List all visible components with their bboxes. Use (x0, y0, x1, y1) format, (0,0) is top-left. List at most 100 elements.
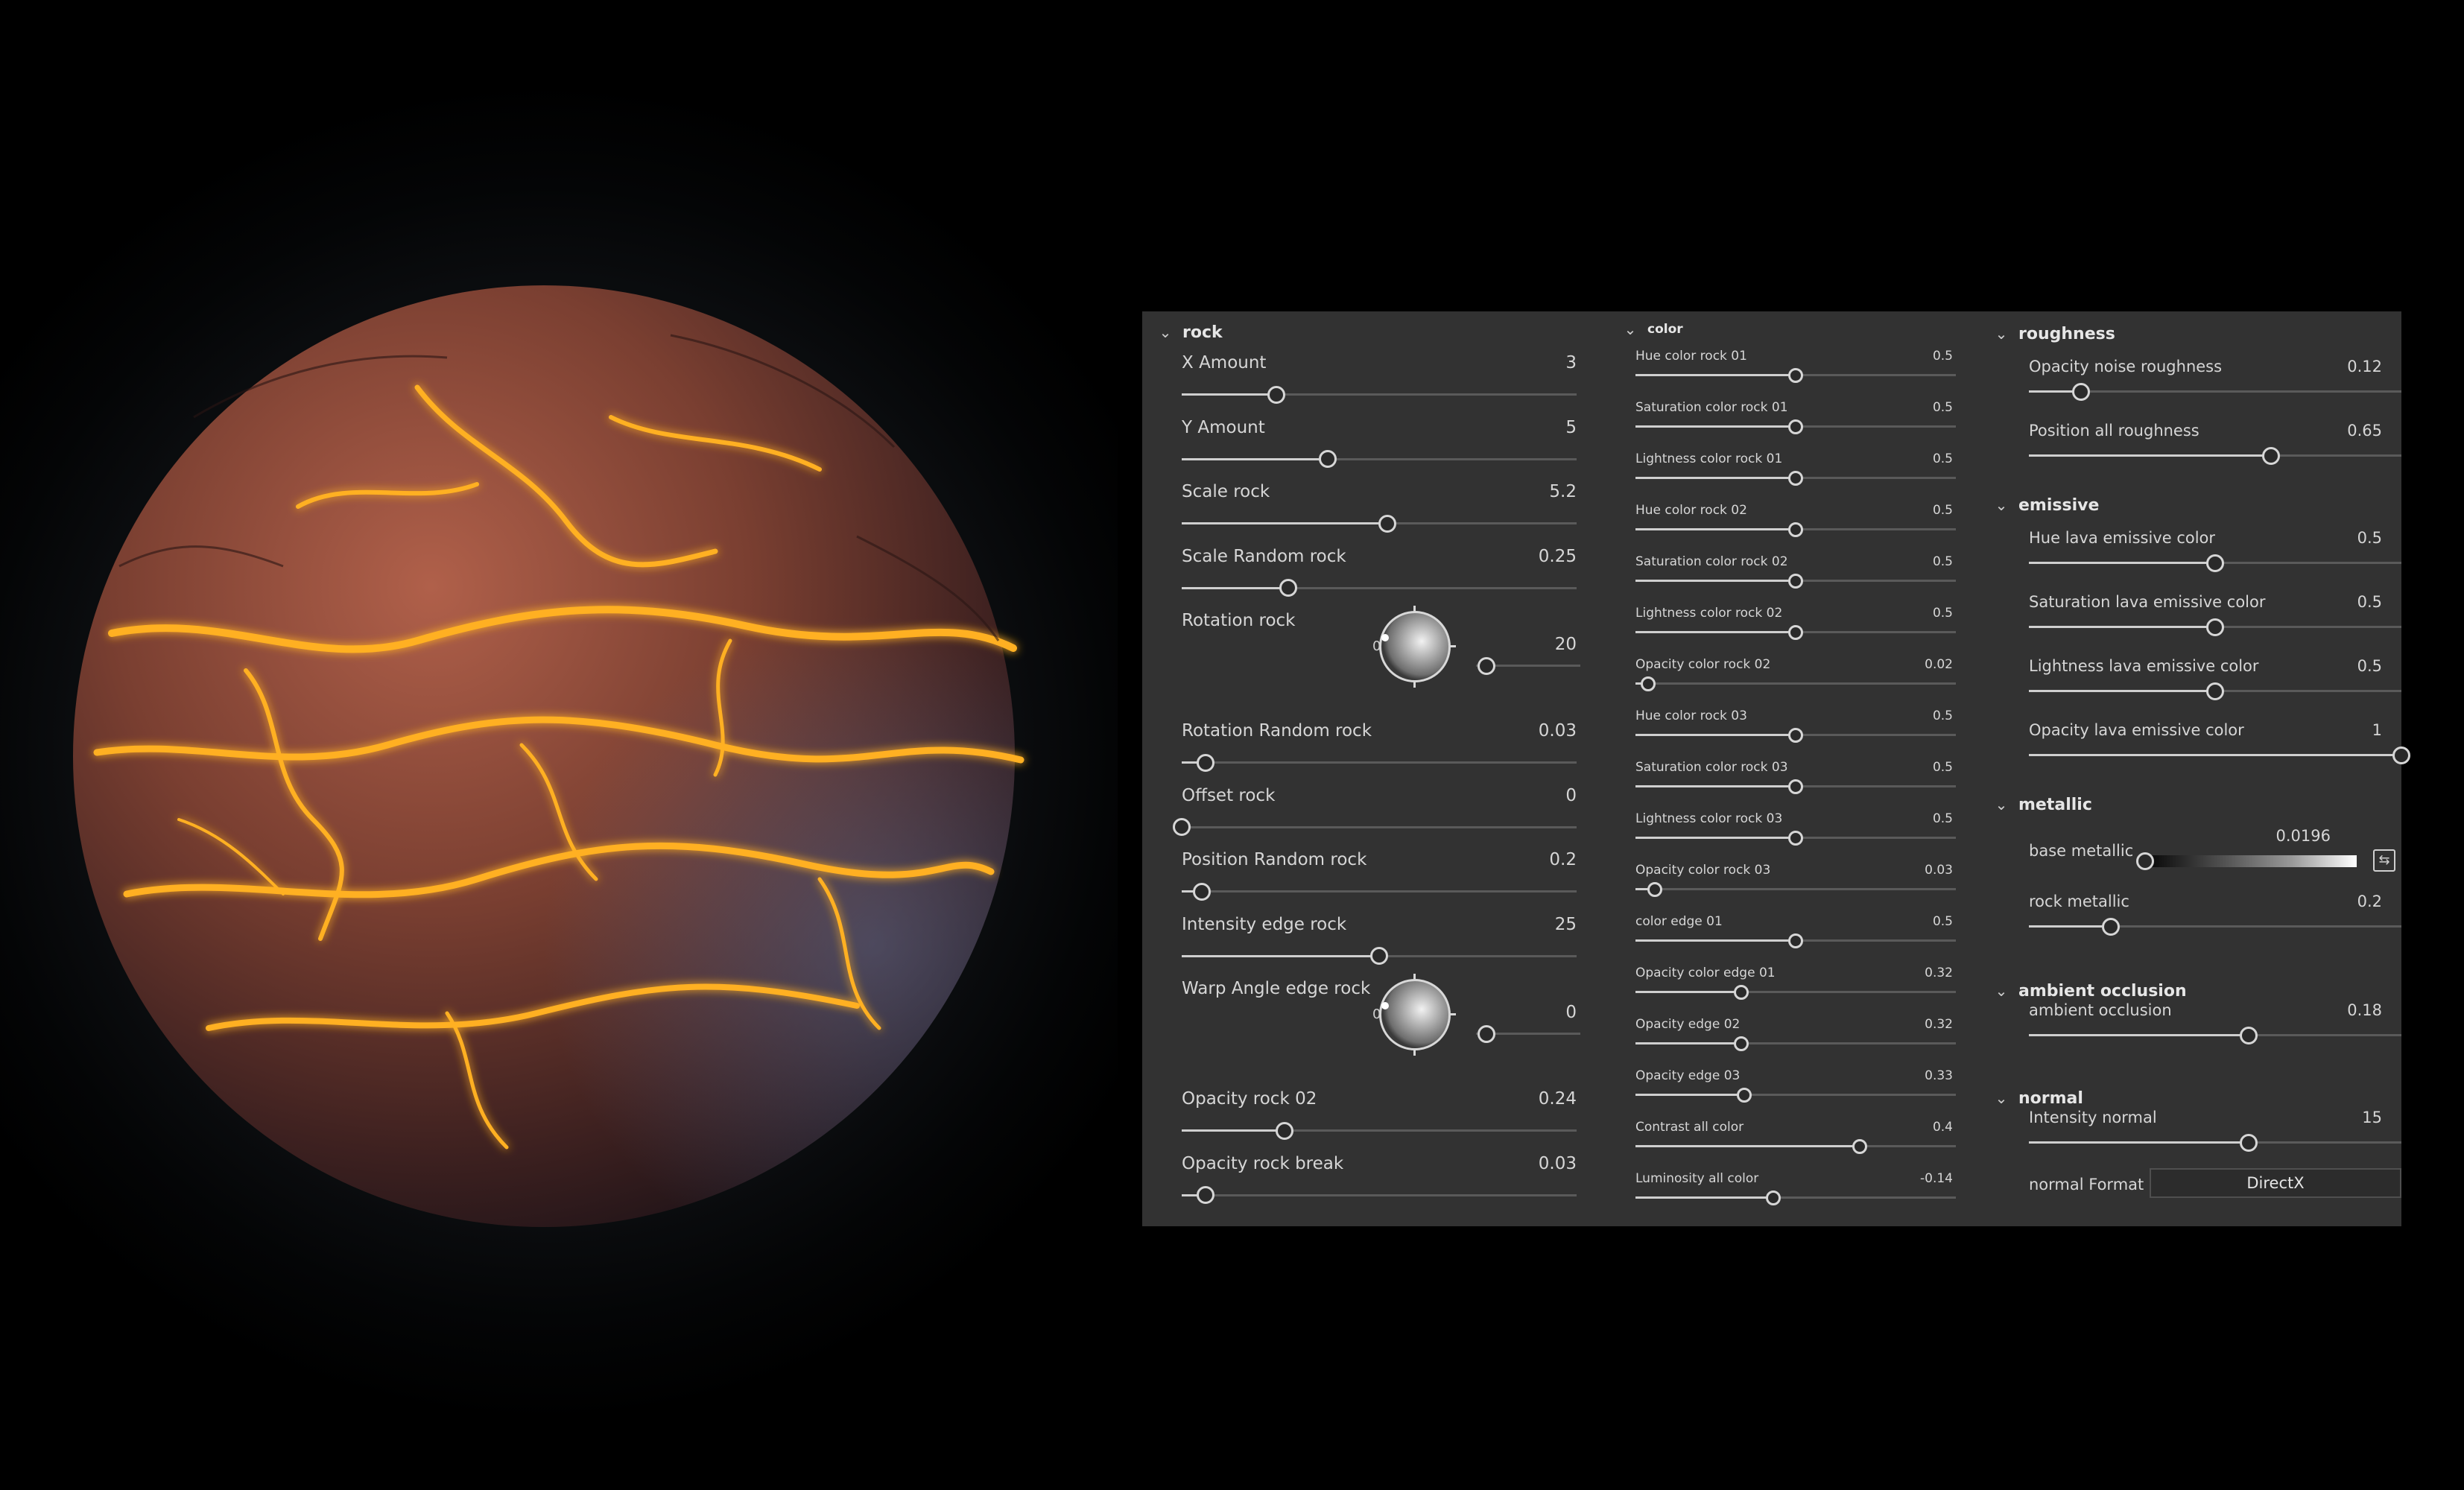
param-value[interactable]: 0.32 (1925, 966, 1953, 980)
slider-track[interactable] (1182, 761, 1577, 764)
param-value[interactable]: 0 (1565, 1003, 1577, 1022)
slider-handle[interactable] (2392, 746, 2410, 764)
param-value[interactable]: 0 (1565, 786, 1577, 805)
slider-track[interactable] (1635, 1145, 1956, 1147)
slider-handle[interactable] (1733, 1036, 1749, 1051)
slider-track[interactable] (1182, 1129, 1577, 1132)
slider-handle[interactable] (1192, 882, 1211, 901)
param-value[interactable]: 0.5 (1933, 451, 1953, 466)
normal-format-dropdown[interactable]: DirectX (2150, 1168, 2401, 1198)
chevron-down-icon[interactable]: ⌄ (1990, 325, 2012, 343)
slider-handle[interactable] (1378, 514, 1396, 533)
slider-handle[interactable] (1641, 676, 1656, 691)
section-header-color[interactable]: ⌄ color (1607, 314, 1980, 344)
viewport-3d[interactable] (0, 0, 1118, 1490)
chevron-down-icon[interactable]: ⌄ (1154, 323, 1176, 341)
chevron-down-icon[interactable]: ⌄ (1990, 1089, 2012, 1107)
slider-track[interactable] (1182, 586, 1577, 589)
slider-track[interactable] (1635, 1094, 1956, 1096)
param-value[interactable]: 0.5 (1933, 554, 1953, 569)
slider-handle[interactable] (1196, 753, 1214, 772)
param-value[interactable]: 5 (1565, 418, 1577, 437)
chevron-down-icon[interactable]: ⌄ (1990, 496, 2012, 514)
slider-handle[interactable] (1765, 1190, 1781, 1205)
param-value[interactable]: 0.5 (2357, 529, 2382, 547)
slider-handle[interactable] (1733, 984, 1749, 1000)
slider-track[interactable] (1182, 393, 1577, 396)
slider-handle[interactable] (1478, 656, 1495, 675)
param-value[interactable]: 0.32 (1925, 1017, 1953, 1032)
slider-handle[interactable] (2206, 554, 2224, 572)
param-value[interactable]: 15 (2362, 1109, 2382, 1126)
section-header-roughness[interactable]: ⌄ roughness (1978, 319, 2401, 349)
slider-handle[interactable] (1788, 933, 1803, 948)
section-header-metallic[interactable]: ⌄ metallic (1978, 790, 2401, 820)
param-value[interactable]: 5.2 (1549, 482, 1577, 501)
slider-handle[interactable] (1370, 947, 1388, 965)
slider-handle[interactable] (1196, 1186, 1214, 1204)
slider-track[interactable] (1635, 991, 1956, 993)
param-value[interactable]: 0.0196 (2276, 827, 2331, 845)
slider-handle[interactable] (2102, 917, 2120, 936)
slider-track[interactable] (1182, 890, 1577, 893)
slider-track[interactable] (2029, 1034, 2401, 1036)
param-value[interactable]: 0.5 (1933, 400, 1953, 415)
slider-track[interactable] (1635, 1042, 1956, 1044)
param-value[interactable]: 0.5 (1933, 349, 1953, 364)
param-value[interactable]: 0.65 (2347, 422, 2382, 440)
slider-track[interactable] (1635, 1196, 1956, 1199)
param-value[interactable]: 0.5 (1933, 503, 1953, 518)
slider-track[interactable] (2029, 754, 2401, 756)
angle-dial[interactable]: 0 (1372, 974, 1456, 1056)
param-value[interactable]: 0.24 (1539, 1089, 1577, 1109)
param-value[interactable]: 0.5 (1933, 760, 1953, 775)
param-value[interactable]: 0.33 (1925, 1068, 1953, 1083)
param-value[interactable]: 0.02 (1925, 657, 1953, 672)
slider-track[interactable] (1635, 888, 1956, 890)
param-value[interactable]: 0.18 (2347, 1001, 2382, 1019)
angle-dial[interactable]: 0 (1372, 606, 1456, 688)
slider-handle[interactable] (2135, 852, 2154, 870)
param-value[interactable]: 0.5 (2357, 593, 2382, 611)
slider-handle[interactable] (1788, 573, 1803, 589)
param-value[interactable]: 20 (1555, 635, 1577, 654)
param-value[interactable]: 0.2 (2357, 893, 2382, 910)
slider-handle[interactable] (1788, 522, 1803, 537)
param-value[interactable]: 0.03 (1539, 1154, 1577, 1173)
slider-handle[interactable] (2206, 682, 2224, 700)
param-value[interactable]: 1 (2372, 721, 2382, 739)
chevron-down-icon[interactable]: ⌄ (1990, 796, 2012, 814)
slider-handle[interactable] (2240, 1026, 2258, 1044)
param-value[interactable]: 0.03 (1539, 721, 1577, 741)
slider-handle[interactable] (1788, 779, 1803, 794)
slider-handle[interactable] (1852, 1138, 1867, 1154)
slider-handle[interactable] (1788, 419, 1803, 434)
slider-track[interactable] (1182, 825, 1577, 828)
slider-handle[interactable] (1275, 1121, 1293, 1140)
param-value[interactable]: 0.12 (2347, 358, 2382, 375)
slider-handle[interactable] (1173, 818, 1191, 836)
slider-handle[interactable] (1647, 881, 1662, 897)
slider-handle[interactable] (1788, 470, 1803, 486)
slider-handle[interactable] (1737, 1087, 1752, 1103)
param-value[interactable]: 0.2 (1549, 850, 1577, 869)
slider-track[interactable] (1635, 682, 1956, 685)
param-value[interactable]: 0.25 (1539, 547, 1577, 566)
chevron-down-icon[interactable]: ⌄ (1619, 320, 1641, 338)
slider-handle[interactable] (2262, 446, 2280, 465)
link-icon[interactable]: ⇆ (2373, 849, 2395, 872)
param-value[interactable]: 25 (1555, 915, 1577, 934)
section-header-rock[interactable]: ⌄ rock (1142, 317, 1597, 347)
slider-track[interactable] (1182, 1193, 1577, 1196)
slider-handle[interactable] (1478, 1024, 1495, 1043)
param-value[interactable]: 0.5 (1933, 914, 1953, 929)
param-value[interactable]: 0.5 (1933, 606, 1953, 621)
slider-track[interactable] (1182, 457, 1577, 460)
slider-track[interactable] (2029, 1141, 2401, 1144)
param-value[interactable]: 0.5 (1933, 811, 1953, 826)
chevron-down-icon[interactable]: ⌄ (1990, 982, 2012, 1000)
slider-handle[interactable] (2206, 618, 2224, 636)
param-value[interactable]: 0.4 (1933, 1120, 1953, 1135)
slider-handle[interactable] (1788, 367, 1803, 383)
metallic-gradient-slider[interactable] (2141, 855, 2357, 867)
